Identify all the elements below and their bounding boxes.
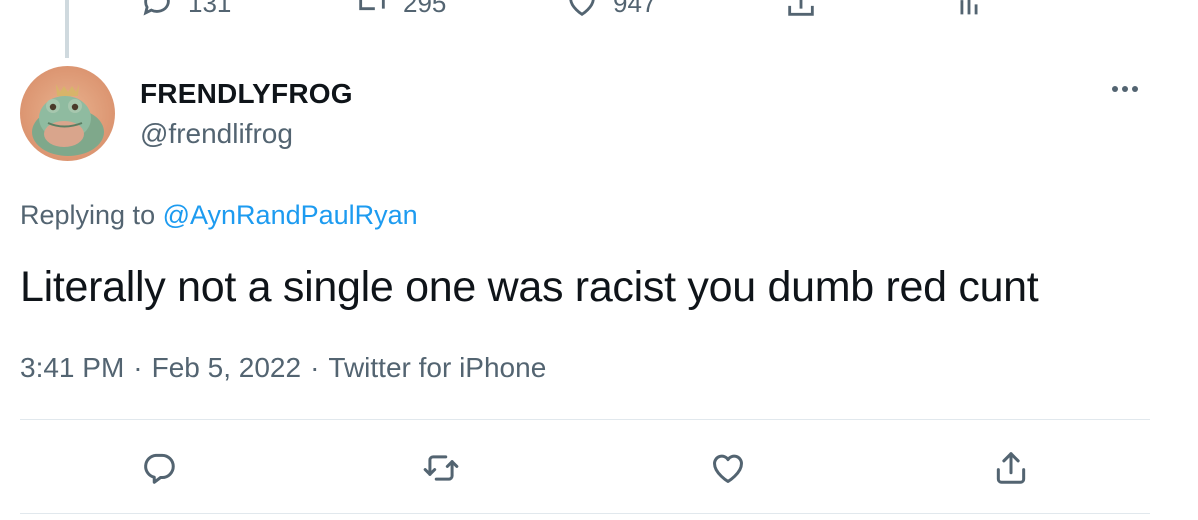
like-button[interactable] (706, 446, 750, 490)
thread-connector-line (65, 0, 69, 58)
meta-separator: · (310, 352, 320, 383)
retweet-icon (359, 0, 385, 11)
tweet-metadata: 3:41 PM · Feb 5, 2022 · Twitter for iPho… (20, 352, 546, 384)
divider (20, 513, 1150, 514)
previous-reply-action[interactable]: 131 (140, 0, 231, 20)
share-icon (788, 0, 814, 16)
more-dot (1112, 86, 1118, 92)
previous-reply-count: 131 (188, 0, 232, 18)
reply-button[interactable] (137, 446, 181, 490)
tweet-source-link[interactable]: Twitter for iPhone (328, 352, 546, 384)
heart-icon (713, 454, 743, 483)
divider (20, 419, 1150, 420)
more-dot (1132, 86, 1138, 92)
replying-to-label: Replying to (20, 200, 156, 230)
reply-icon (144, 453, 175, 484)
previous-like-count: 947 (613, 0, 657, 18)
avatar[interactable] (20, 66, 115, 161)
meta-separator: · (133, 352, 143, 383)
more-icon[interactable] (1112, 86, 1138, 92)
user-handle[interactable]: @frendlifrog (140, 118, 293, 150)
tweet-time-link[interactable]: 3:41 PM (20, 352, 124, 384)
share-button[interactable] (989, 446, 1033, 490)
previous-share-action[interactable] (784, 0, 818, 20)
tweet-date-link[interactable]: Feb 5, 2022 (152, 352, 301, 384)
heart-icon (569, 0, 595, 17)
previous-analytics-action[interactable] (952, 0, 986, 20)
reply-icon (143, 0, 170, 16)
display-name[interactable]: FRENDLYFROG (140, 78, 353, 110)
tweet-text: Literally not a single one was racist yo… (20, 263, 1039, 311)
replying-to-line: Replying to @AynRandPaulRyan (20, 200, 418, 231)
retweet-icon (423, 455, 459, 481)
retweet-button[interactable] (419, 446, 463, 490)
frog-avatar-image (20, 66, 115, 161)
analytics-icon (960, 0, 978, 15)
replying-to-mention-link[interactable]: @AynRandPaulRyan (163, 200, 418, 230)
more-dot (1122, 86, 1128, 92)
previous-retweet-count: 295 (403, 0, 447, 18)
share-icon (996, 452, 1026, 484)
tweet-detail-page: 131 295 947 FRENDLYFROG @frendlifrog Rep… (0, 0, 1198, 520)
previous-retweet-action[interactable]: 295 (355, 0, 446, 20)
previous-tweet-actions: 131 295 947 (0, 0, 1198, 18)
previous-like-action[interactable]: 947 (565, 0, 656, 20)
